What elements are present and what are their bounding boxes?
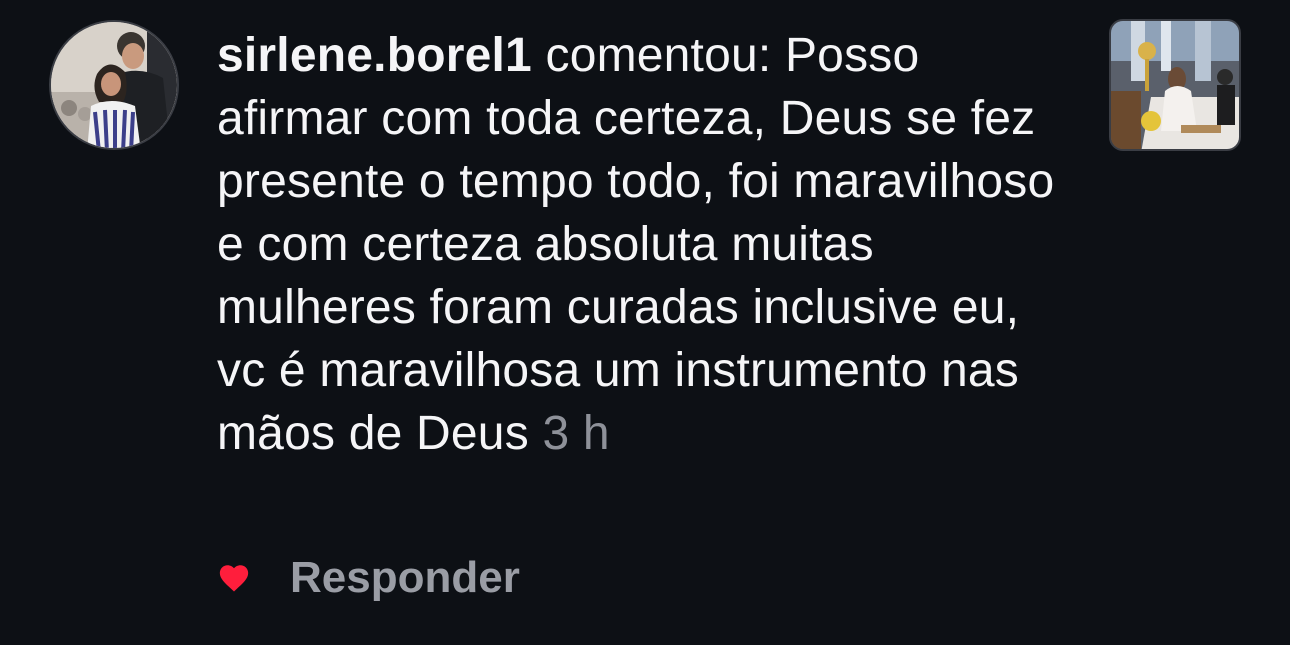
heart-icon[interactable]: [217, 561, 251, 595]
user-avatar[interactable]: [49, 20, 179, 150]
comment-verb: comentou:: [531, 29, 785, 82]
comment-username[interactable]: sirlene.borel1: [217, 29, 532, 82]
comment-actions: Responder: [217, 552, 520, 604]
comment-timestamp: 3 h: [542, 407, 610, 460]
comment-body: sirlene.borel1 comentou: Posso afirmar c…: [217, 24, 1077, 465]
reply-button[interactable]: Responder: [290, 553, 520, 603]
comment-text: Posso afirmar com toda certeza, Deus se …: [217, 29, 1055, 460]
post-thumbnail[interactable]: [1109, 19, 1241, 151]
